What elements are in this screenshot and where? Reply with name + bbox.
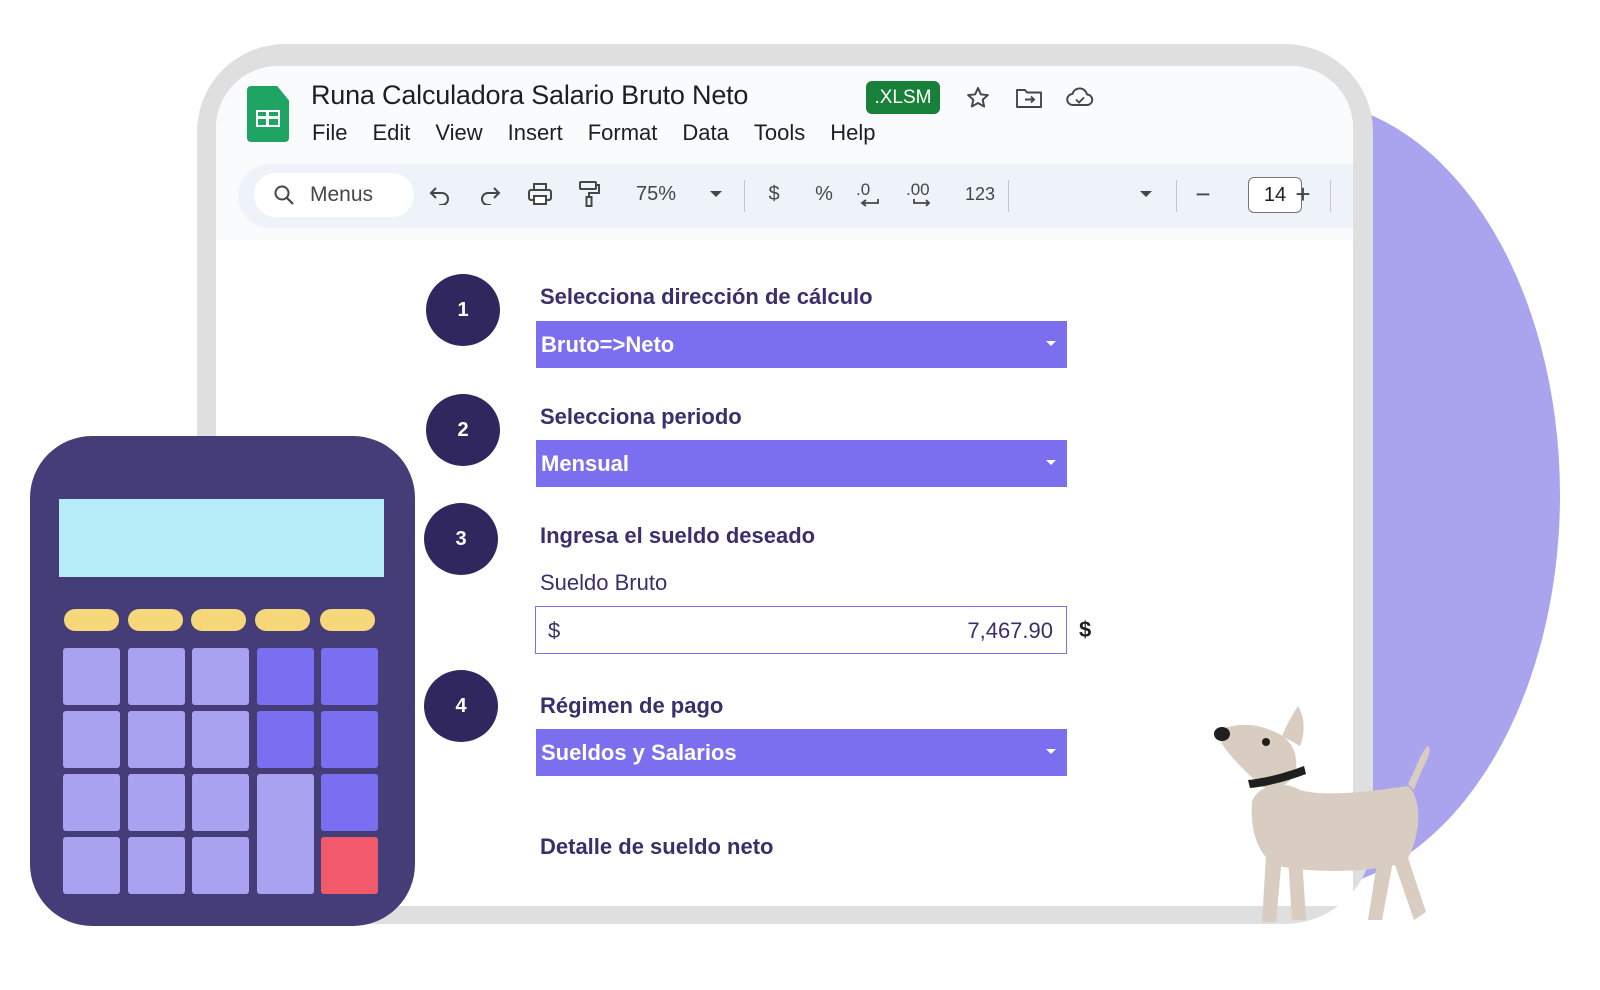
calculator-key: [128, 774, 185, 831]
file-type-badge: .XLSM: [866, 81, 940, 114]
menu-format[interactable]: Format: [588, 120, 658, 146]
move-to-folder-icon[interactable]: [1013, 82, 1045, 114]
search-menus-input[interactable]: Menus: [254, 173, 414, 217]
decrease-decimal-button[interactable]: .0: [856, 177, 890, 211]
step-2-label: Selecciona periodo: [540, 404, 742, 429]
calculator-illustration: [30, 436, 415, 926]
calculator-key: [63, 774, 120, 831]
calculator-key: [128, 837, 185, 894]
arrow-left-icon: [860, 198, 879, 207]
currency-format-button[interactable]: $: [762, 177, 786, 211]
calculator-key: [321, 774, 378, 831]
menu-view[interactable]: View: [435, 120, 482, 146]
calculator-tall-key: [257, 774, 314, 894]
zoom-dropdown-icon[interactable]: [708, 177, 724, 211]
calculator-key: [192, 837, 249, 894]
app-header: Runa Calculadora Salario Bruto Neto .XLS…: [216, 66, 1353, 241]
decrease-font-size-button[interactable]: −: [1190, 177, 1216, 211]
dog-illustration: [1214, 706, 1430, 922]
paint-format-icon[interactable]: [574, 177, 604, 211]
toolbar-divider: [744, 180, 745, 212]
font-dropdown-icon[interactable]: [1138, 177, 1154, 211]
increase-decimal-label: .00: [906, 179, 930, 199]
menu-edit[interactable]: Edit: [372, 120, 410, 146]
increase-font-size-button[interactable]: +: [1290, 177, 1316, 211]
gross-salary-label: Sueldo Bruto: [540, 570, 668, 595]
calculator-key: [63, 837, 120, 894]
search-menus-label: Menus: [310, 183, 374, 206]
currency-suffix: $: [1079, 617, 1092, 642]
payment-regime-dropdown[interactable]: Sueldos y Salarios: [536, 729, 1067, 776]
calculator-key: [321, 711, 378, 768]
dropdown-caret-icon: [1046, 460, 1056, 465]
menu-tools[interactable]: Tools: [754, 120, 805, 146]
increase-decimal-button[interactable]: .00: [906, 177, 946, 211]
menu-bar: File Edit View Insert Format Data Tools …: [312, 120, 900, 146]
toolbar-divider: [1176, 180, 1177, 212]
calculator-key: [128, 711, 185, 768]
toolbar-divider: [1330, 180, 1331, 212]
decrease-decimal-label: .0: [856, 179, 871, 199]
calculation-direction-value: Bruto=>Neto: [541, 331, 675, 357]
step-4-label: Régimen de pago: [540, 693, 724, 718]
calculator-function-key: [191, 609, 246, 631]
menu-file[interactable]: File: [312, 120, 347, 146]
calculator-key: [192, 648, 249, 705]
search-icon: [272, 183, 296, 212]
net-salary-detail-heading: Detalle de sueldo neto: [540, 834, 774, 859]
undo-icon[interactable]: [426, 177, 454, 211]
gross-salary-value: 7,467.90: [967, 618, 1053, 643]
calculator-key: [128, 648, 185, 705]
more-formats-button[interactable]: 123: [960, 177, 1000, 211]
calculation-direction-dropdown[interactable]: Bruto=>Neto: [536, 321, 1067, 368]
dropdown-caret-icon: [1046, 749, 1056, 754]
cloud-status-icon[interactable]: [1064, 82, 1096, 114]
calculator-key: [192, 774, 249, 831]
calculator-function-key: [64, 609, 119, 631]
step-3-label: Ingresa el sueldo deseado: [540, 523, 816, 548]
menu-help[interactable]: Help: [830, 120, 875, 146]
calculator-display: [59, 499, 384, 577]
calculator-key: [257, 648, 314, 705]
calculator-key: [63, 711, 120, 768]
step-2-badge: 2: [426, 394, 500, 466]
step-1-label: Selecciona dirección de cálculo: [540, 284, 873, 309]
calculator-key: [63, 648, 120, 705]
zoom-select[interactable]: 75%: [626, 177, 686, 211]
period-value: Mensual: [541, 450, 630, 476]
calculator-function-key: [128, 609, 183, 631]
document-title[interactable]: Runa Calculadora Salario Bruto Neto: [311, 80, 748, 111]
calculator-key: [257, 711, 314, 768]
arrow-right-icon: [913, 198, 931, 207]
calculator-key: [192, 711, 249, 768]
percent-format-button[interactable]: %: [810, 177, 838, 211]
step-3-badge: 3: [424, 503, 498, 575]
toolbar-divider: [1008, 180, 1009, 212]
toolbar: Menus 75% $ % .0 .00 123 − 14 +: [238, 164, 1353, 228]
google-sheets-logo-icon[interactable]: [247, 86, 289, 142]
print-icon[interactable]: [525, 177, 555, 211]
currency-symbol: $: [548, 618, 561, 643]
step-4-badge: 4: [424, 670, 498, 742]
step-1-badge: 1: [426, 274, 500, 346]
redo-icon[interactable]: [476, 177, 504, 211]
dropdown-caret-icon: [1046, 341, 1056, 346]
menu-data[interactable]: Data: [682, 120, 728, 146]
period-dropdown[interactable]: Mensual: [536, 440, 1067, 487]
star-icon[interactable]: [962, 82, 994, 114]
calculator-function-key: [320, 609, 375, 631]
calculator-key: [321, 648, 378, 705]
gross-salary-input[interactable]: $ 7,467.90: [535, 606, 1067, 654]
payment-regime-value: Sueldos y Salarios: [541, 739, 737, 765]
calculator-function-key: [255, 609, 310, 631]
calculator-equals-key: [321, 837, 378, 894]
menu-insert[interactable]: Insert: [508, 120, 563, 146]
